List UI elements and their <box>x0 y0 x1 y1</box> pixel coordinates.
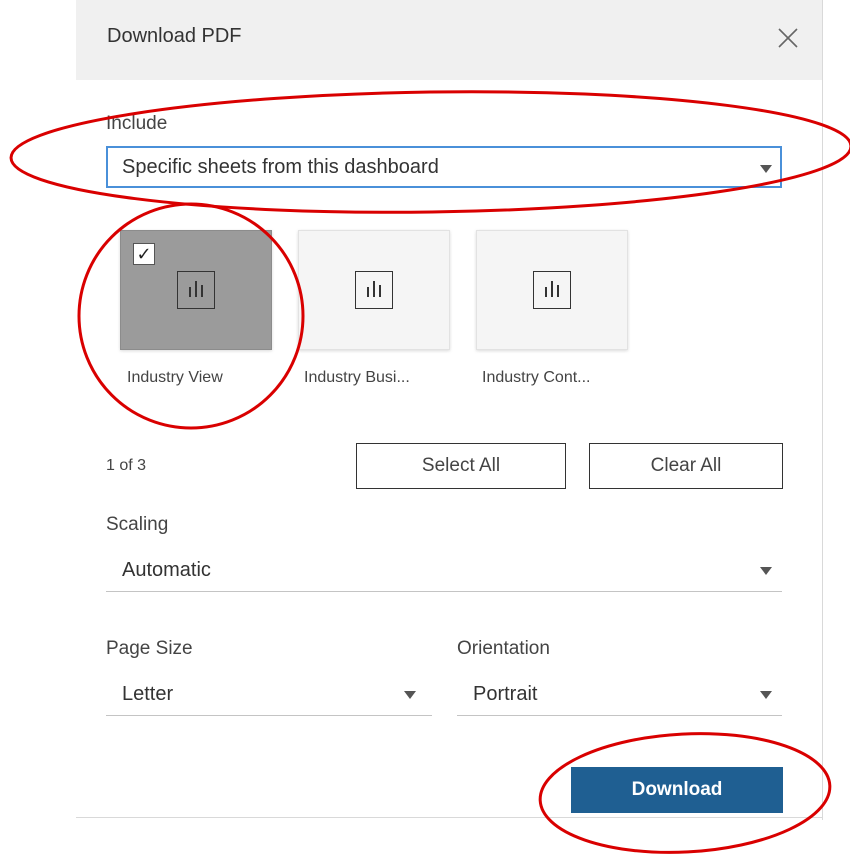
scaling-dropdown[interactable]: Automatic <box>106 551 782 592</box>
chart-icon <box>533 271 571 309</box>
close-icon[interactable] <box>774 24 802 52</box>
chart-icon <box>177 271 215 309</box>
include-label: Include <box>106 113 168 134</box>
orientation-dropdown[interactable]: Portrait <box>457 675 782 716</box>
footer-divider <box>76 817 822 818</box>
scaling-value: Automatic <box>122 559 211 581</box>
chevron-down-icon <box>760 165 772 173</box>
clear-all-button[interactable]: Clear All <box>589 443 783 489</box>
sheet-thumbnail-industry-context[interactable] <box>476 230 628 350</box>
orientation-value: Portrait <box>473 683 538 705</box>
checkbox-checked-icon[interactable]: ✓ <box>133 243 155 265</box>
download-button[interactable]: Download <box>571 767 783 813</box>
chart-icon <box>355 271 393 309</box>
sheet-thumbnail-industry-view[interactable]: ✓ <box>120 230 272 350</box>
scaling-label: Scaling <box>106 514 169 535</box>
chevron-down-icon <box>404 691 416 699</box>
orientation-label: Orientation <box>457 638 550 659</box>
include-select[interactable]: Specific sheets from this dashboard <box>106 146 782 188</box>
dialog-title: Download PDF <box>107 25 242 47</box>
chevron-down-icon <box>760 567 772 575</box>
sheet-label: Industry View <box>127 369 223 386</box>
page-size-dropdown[interactable]: Letter <box>106 675 432 716</box>
dialog-header: Download PDF <box>76 0 822 80</box>
sheet-thumbnail-industry-business[interactable] <box>298 230 450 350</box>
page-size-value: Letter <box>122 683 174 705</box>
include-value: Specific sheets from this dashboard <box>122 156 439 178</box>
selection-count: 1 of 3 <box>106 457 147 474</box>
sheet-label: Industry Busi... <box>304 369 410 386</box>
select-all-button[interactable]: Select All <box>356 443 566 489</box>
page-size-label: Page Size <box>106 638 193 659</box>
sheet-label: Industry Cont... <box>482 369 591 386</box>
chevron-down-icon <box>760 691 772 699</box>
